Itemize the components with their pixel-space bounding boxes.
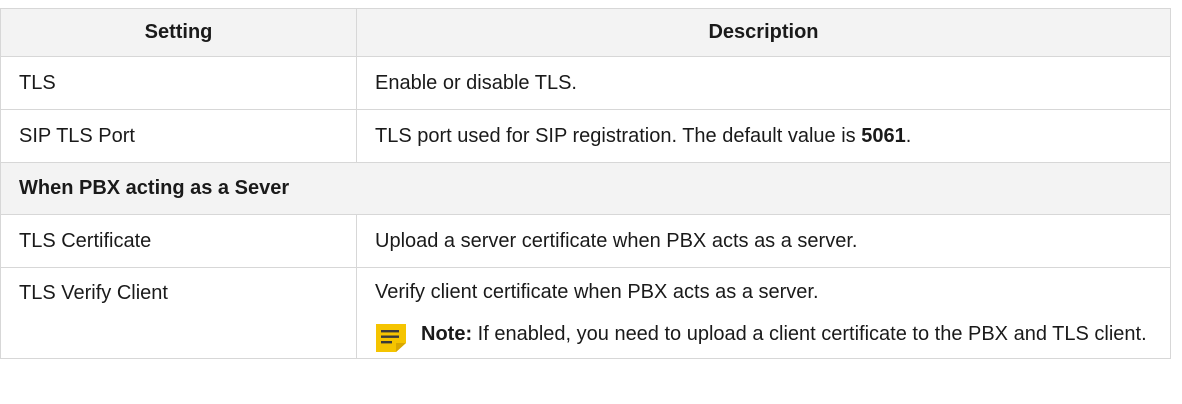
settings-table: Setting Description TLS Enable or disabl… [0, 8, 1171, 359]
default-value: 5061 [861, 124, 906, 147]
setting-cell: SIP TLS Port [0, 109, 357, 163]
note-block: Note: If enabled, you need to upload a c… [375, 322, 1152, 352]
settings-table-container: Setting Description TLS Enable or disabl… [0, 0, 1182, 404]
table-row: TLS Enable or disable TLS. [0, 56, 1171, 110]
header-setting: Setting [0, 8, 357, 57]
description-cell: Verify client certificate when PBX acts … [356, 267, 1171, 359]
section-row: When PBX acting as a Sever [0, 162, 1171, 215]
note-text: If enabled, you need to upload a client … [477, 323, 1147, 345]
setting-cell: TLS Verify Client [0, 267, 357, 359]
description-cell: TLS port used for SIP registration. The … [356, 109, 1171, 163]
setting-cell: TLS [0, 56, 357, 110]
setting-cell: TLS Certificate [0, 214, 357, 268]
description-end: . [905, 124, 912, 147]
table-row: TLS Verify Client Verify client certific… [0, 267, 1171, 359]
section-heading: When PBX acting as a Sever [0, 162, 1171, 215]
header-description: Description [356, 8, 1171, 57]
table-row: TLS Certificate Upload a server certific… [0, 214, 1171, 268]
table-row: SIP TLS Port TLS port used for SIP regis… [0, 109, 1171, 163]
description-cell: Upload a server certificate when PBX act… [356, 214, 1171, 268]
description-cell: Enable or disable TLS. [356, 56, 1171, 110]
table-header-row: Setting Description [0, 8, 1171, 57]
description-text: Verify client certificate when PBX acts … [375, 281, 819, 303]
description-text: TLS port used for SIP registration. The … [375, 124, 862, 147]
note-icon [376, 324, 406, 352]
note-label: Note: [421, 323, 473, 345]
